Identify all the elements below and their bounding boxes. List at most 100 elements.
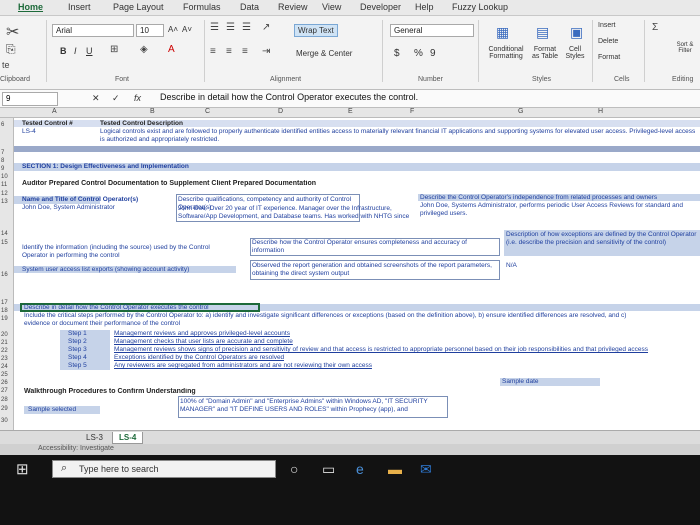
- step-text[interactable]: Any reviewers are segregated from admini…: [114, 362, 372, 370]
- orientation-icon[interactable]: ↗: [262, 22, 270, 33]
- row-number[interactable]: 9: [1, 166, 4, 172]
- wrap-text-button[interactable]: Wrap Text: [294, 24, 338, 37]
- column-header[interactable]: H: [598, 108, 603, 115]
- font-color-icon[interactable]: A: [168, 44, 175, 55]
- shrink-font-button[interactable]: A˅: [182, 25, 192, 34]
- borders-icon[interactable]: ⊞: [110, 44, 118, 55]
- row-number[interactable]: 30: [1, 418, 8, 424]
- insert-function-button[interactable]: fx: [134, 93, 141, 103]
- worksheet-grid[interactable]: A B C D E F G H 6 7 8 9 10 11 12 13 14 1…: [0, 108, 700, 430]
- autosum-icon[interactable]: Σ: [652, 22, 658, 33]
- font-size-select[interactable]: 10: [136, 24, 164, 37]
- row-number[interactable]: 20: [1, 332, 8, 338]
- cell-styles-button[interactable]: Cell Styles: [562, 46, 588, 60]
- walkthrough-text[interactable]: 100% of "Domain Admin" and "Enterprise A…: [180, 398, 446, 416]
- align-top-icon[interactable]: ☰: [210, 22, 219, 33]
- number-format-select[interactable]: General: [390, 24, 474, 37]
- row-number[interactable]: 18: [1, 308, 8, 314]
- column-header[interactable]: G: [518, 108, 523, 115]
- enter-formula-button[interactable]: ✓: [112, 93, 120, 104]
- format-as-table-button[interactable]: Format as Table: [530, 46, 560, 60]
- row-number[interactable]: 10: [1, 174, 8, 180]
- tab-developer[interactable]: Developer: [360, 2, 401, 12]
- row-number[interactable]: 16: [1, 272, 8, 278]
- row-number[interactable]: 19: [1, 316, 8, 322]
- row-number[interactable]: 21: [1, 340, 8, 346]
- na-value[interactable]: N/A: [506, 262, 517, 270]
- column-header[interactable]: C: [205, 108, 210, 115]
- delete-cells-button[interactable]: Delete: [598, 38, 618, 45]
- tab-help[interactable]: Help: [415, 2, 434, 12]
- tab-review[interactable]: Review: [278, 2, 308, 12]
- row-number[interactable]: 6: [1, 122, 4, 128]
- format-cells-button[interactable]: Format: [598, 54, 620, 61]
- row-number[interactable]: 23: [1, 356, 8, 362]
- sheet-tab-ls-4[interactable]: LS-4: [112, 432, 144, 444]
- step-text[interactable]: Exceptions identified by the Control Ope…: [114, 354, 284, 362]
- taskbar-search-box[interactable]: ⌕ Type here to search: [52, 460, 276, 478]
- row-number[interactable]: 14: [1, 231, 8, 237]
- row-number[interactable]: 29: [1, 406, 8, 412]
- underline-button[interactable]: U: [86, 46, 93, 56]
- align-left-icon[interactable]: ≡: [210, 46, 216, 57]
- fill-color-icon[interactable]: ◈: [140, 44, 148, 55]
- tab-view[interactable]: View: [322, 2, 341, 12]
- tab-insert[interactable]: Insert: [68, 2, 91, 12]
- column-header[interactable]: A: [52, 108, 57, 115]
- name-title-value[interactable]: John Doe, System Administrator: [22, 204, 115, 212]
- row-number[interactable]: 7: [1, 150, 4, 156]
- column-header[interactable]: B: [150, 108, 155, 115]
- paste-icon[interactable]: te: [2, 60, 10, 70]
- grow-font-button[interactable]: A˄: [168, 25, 178, 34]
- tab-home[interactable]: Home: [18, 2, 43, 12]
- column-header[interactable]: D: [278, 108, 283, 115]
- edge-icon[interactable]: e: [356, 461, 364, 477]
- sort-filter-button[interactable]: Sort & Filter: [672, 42, 698, 54]
- row-number[interactable]: 17: [1, 300, 8, 306]
- row-number[interactable]: 8: [1, 158, 4, 164]
- row-number[interactable]: 25: [1, 372, 8, 378]
- copy-icon[interactable]: ⎘: [6, 42, 16, 57]
- accessibility-status[interactable]: Accessibility: Investigate: [38, 445, 114, 452]
- cut-icon[interactable]: ✂: [6, 22, 19, 42]
- conditional-formatting-button[interactable]: Conditional Formatting: [484, 46, 528, 60]
- row-number[interactable]: 11: [1, 182, 7, 188]
- bold-button[interactable]: B: [60, 46, 67, 56]
- tested-control-value[interactable]: LS-4: [22, 128, 36, 136]
- merge-center-button[interactable]: Merge & Center: [296, 49, 352, 58]
- align-bottom-icon[interactable]: ☰: [242, 22, 251, 33]
- tab-data[interactable]: Data: [240, 2, 259, 12]
- qualifications-value[interactable]: John Doe: Over 20 year of IT experience.…: [178, 205, 418, 221]
- row-number[interactable]: 12: [1, 191, 8, 197]
- row-number[interactable]: 27: [1, 388, 8, 394]
- task-view-icon[interactable]: ▭: [322, 461, 335, 478]
- indent-icon[interactable]: ⇥: [262, 46, 270, 57]
- windows-start-icon[interactable]: ⊞: [16, 460, 29, 478]
- align-center-icon[interactable]: ≡: [226, 46, 232, 57]
- sheet-tab-ls-3[interactable]: LS-3: [80, 432, 109, 443]
- step-text[interactable]: Management reviews shows signs of precis…: [114, 346, 700, 354]
- italic-button[interactable]: I: [74, 46, 77, 56]
- comma-button[interactable]: 9: [430, 48, 436, 59]
- observed-report[interactable]: Observed the report generation and obtai…: [252, 262, 498, 278]
- row-number[interactable]: 13: [1, 199, 8, 205]
- row-number[interactable]: 15: [1, 240, 8, 246]
- formula-input[interactable]: Describe in detail how the Control Opera…: [160, 92, 418, 102]
- percent-button[interactable]: %: [414, 48, 423, 59]
- system-user-access[interactable]: System user access list exports (showing…: [22, 266, 189, 274]
- tab-fuzzy-lookup[interactable]: Fuzzy Lookup: [452, 2, 508, 12]
- describe-detail[interactable]: Describe in detail how the Control Opera…: [24, 304, 209, 312]
- tab-formulas[interactable]: Formulas: [183, 2, 221, 12]
- row-number[interactable]: 26: [1, 380, 8, 386]
- cortana-icon[interactable]: ○: [290, 461, 298, 477]
- currency-button[interactable]: $: [394, 48, 400, 59]
- tab-page-layout[interactable]: Page Layout: [113, 2, 164, 12]
- tested-description-value[interactable]: Logical controls exist and are followed …: [100, 128, 700, 144]
- row-number[interactable]: 22: [1, 348, 8, 354]
- font-name-select[interactable]: Arial: [52, 24, 134, 37]
- column-header[interactable]: F: [410, 108, 414, 115]
- name-box[interactable]: 9: [2, 92, 58, 106]
- align-middle-icon[interactable]: ☰: [226, 22, 235, 33]
- step-text[interactable]: Management reviews and approves privileg…: [114, 330, 290, 338]
- independence-value[interactable]: John Doe, Systems Administrator, perform…: [420, 202, 700, 218]
